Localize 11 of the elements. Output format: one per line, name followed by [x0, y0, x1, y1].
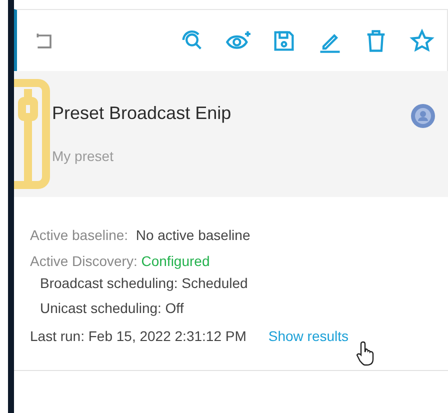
preset-subtitle: My preset: [52, 148, 114, 164]
lever-icon: [14, 79, 52, 189]
baseline-line: Active baseline: No active baseline: [30, 227, 252, 243]
star-icon[interactable]: [409, 28, 435, 54]
schedule-line: Broadcast scheduling: Scheduled: [40, 275, 249, 291]
show-results-link[interactable]: Show results: [268, 328, 349, 344]
last-run-text: Last run: Feb 15, 2022 2:31:12 PM: [30, 328, 246, 344]
preset-title: Preset Broadcast Enip: [52, 103, 232, 124]
discovery-line: Active Discovery: Configured: [30, 253, 211, 269]
user-badge-icon: [410, 103, 436, 129]
schedule-line: Unicast scheduling: Off: [40, 300, 185, 316]
